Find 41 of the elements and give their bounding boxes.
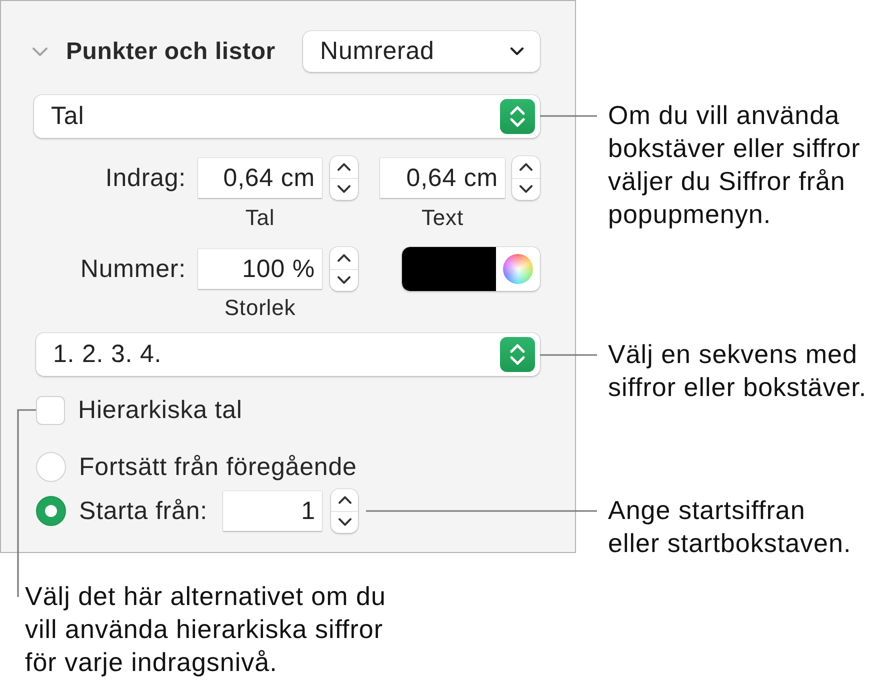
leader-line: [540, 354, 597, 356]
chevron-down-icon: [338, 518, 352, 526]
callout-text: Ange startsiffran eller startbokstaven.: [608, 494, 852, 560]
stepper[interactable]: [330, 156, 358, 200]
chevron-up-icon: [337, 254, 351, 262]
chevron-up-icon: [337, 162, 351, 171]
start-number-field[interactable]: 1: [223, 491, 322, 531]
up-down-chevron-icon: [500, 337, 535, 372]
sequence-popup[interactable]: 1. 2. 3. 4.: [36, 333, 540, 376]
radio-button[interactable]: [36, 496, 66, 526]
stepper[interactable]: [330, 247, 358, 291]
chevron-up-icon: [338, 496, 352, 504]
indent-field[interactable]: 0,64 cm: [380, 158, 505, 198]
radio-label: Fortsätt från föregående: [79, 452, 357, 482]
field-caption: Storlek: [224, 297, 296, 319]
stepper[interactable]: [512, 156, 540, 200]
chevron-down-icon: [337, 185, 351, 194]
callout-text: Välj det här alternativet om du vill använda hierarkiska siffror för varje indragsnivå.: [25, 580, 386, 679]
color-well[interactable]: [402, 247, 540, 291]
section-title: Punkter och listor: [66, 38, 276, 66]
up-down-chevron-icon: [500, 99, 535, 134]
chevron-down-icon: [337, 276, 351, 284]
radio-label: Starta från:: [79, 496, 208, 526]
chevron-down-icon: [519, 185, 533, 194]
chevron-up-icon: [519, 162, 533, 171]
callout-text: Välj en sekvens med siffror eller bokstäver.: [608, 338, 867, 404]
field-label: Nummer:: [80, 254, 186, 284]
callout-text: Om du vill använda bokstäver eller siffror väljer du Siffror från popupmenyn.: [608, 99, 860, 231]
chevron-down-icon: [510, 47, 524, 56]
field-label: Indrag:: [105, 164, 186, 192]
field-caption: Tal: [245, 207, 275, 229]
checkbox-label: Hierarkiska tal: [78, 396, 242, 424]
checkbox[interactable]: [36, 396, 65, 424]
field-caption: Text: [422, 207, 464, 229]
indent-field[interactable]: 0,64 cm: [198, 158, 322, 198]
list-style-popup[interactable]: Numrerad: [303, 31, 540, 72]
bullet-type-popup[interactable]: Tal: [34, 95, 540, 138]
leader-line: [540, 115, 597, 117]
color-wheel-icon[interactable]: [503, 254, 533, 284]
stepper[interactable]: [331, 489, 358, 533]
size-field[interactable]: 100 %: [198, 249, 322, 289]
